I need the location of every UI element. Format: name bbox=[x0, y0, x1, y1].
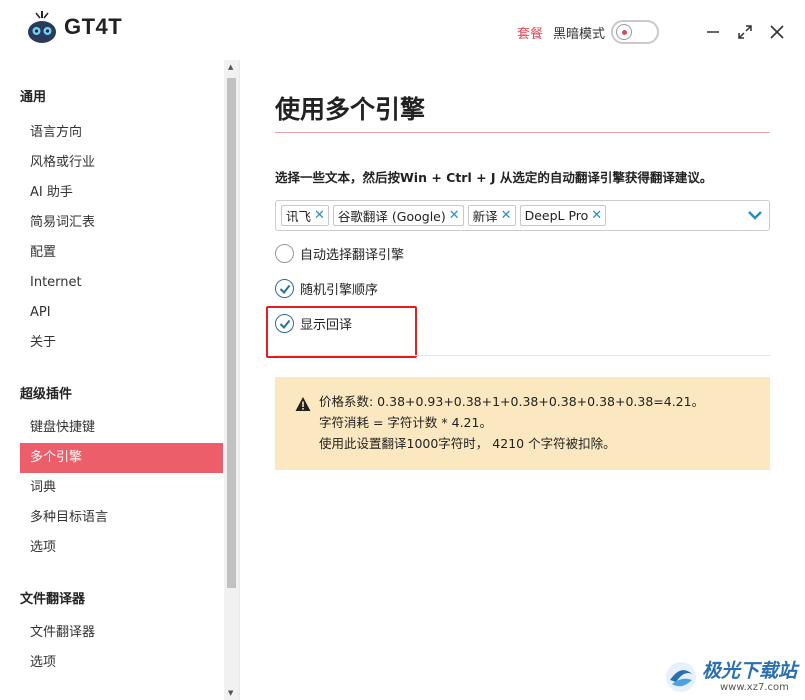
app-logo: GT4T bbox=[26, 10, 122, 44]
sidebar-section-file-translator: 文件翻译器 bbox=[20, 592, 86, 607]
title-bar: GT4T 套餐 黑暗模式 bbox=[0, 0, 805, 60]
sidebar-item-file-options[interactable]: 选项 bbox=[20, 648, 223, 678]
remove-tag-icon[interactable]: ✕ bbox=[591, 208, 602, 223]
sidebar-item-multi-target[interactable]: 多种目标语言 bbox=[20, 503, 223, 533]
sidebar-item-plugin-options[interactable]: 选项 bbox=[20, 533, 223, 563]
sidebar-item-config[interactable]: 配置 bbox=[20, 238, 223, 268]
watermark-url: www.xz7.com bbox=[719, 682, 789, 693]
dark-mode-toggle[interactable] bbox=[611, 20, 659, 44]
engine-tag: DeepL Pro ✕ bbox=[519, 205, 607, 226]
sidebar-item-multiple-engines[interactable]: 多个引擎 bbox=[20, 443, 223, 473]
sidebar-item-glossary[interactable]: 简易词汇表 bbox=[20, 208, 223, 238]
engine-tag: 谷歌翻译 (Google) ✕ bbox=[332, 205, 464, 226]
page-title: 使用多个引擎 bbox=[275, 95, 426, 124]
remove-tag-icon[interactable]: ✕ bbox=[449, 208, 460, 223]
sidebar-item-style[interactable]: 风格或行业 bbox=[20, 148, 223, 178]
watermark: 极光下载站 www.xz7.com bbox=[664, 660, 797, 694]
engine-tag-label: 新译 bbox=[472, 209, 498, 224]
scroll-up-icon[interactable]: ▲ bbox=[228, 63, 233, 71]
close-icon bbox=[770, 25, 784, 39]
sidebar-section-plugins: 超级插件 bbox=[20, 387, 73, 402]
sidebar-nav: 通用 语言方向 风格或行业 AI 助手 简易词汇表 配置 Internet AP… bbox=[20, 60, 223, 678]
warning-icon bbox=[295, 397, 311, 411]
close-button[interactable] bbox=[769, 24, 785, 40]
dark-mode-label: 黑暗模式 bbox=[552, 26, 605, 42]
robot-logo-icon bbox=[28, 11, 56, 43]
deduction-example-text: 使用此设置翻译1000字符时， 4210 个字符被扣除。 bbox=[319, 436, 616, 451]
app-name: GT4T bbox=[64, 14, 123, 39]
option-auto-select-engine[interactable]: 自动选择翻译引擎 bbox=[275, 244, 404, 263]
unchecked-circle-icon[interactable] bbox=[275, 244, 294, 263]
annotation-highlight-box bbox=[266, 306, 417, 358]
engine-tag-label: 谷歌翻译 (Google) bbox=[337, 209, 446, 224]
expand-icon bbox=[738, 25, 752, 39]
engine-multiselect[interactable]: 讯飞 ✕ 谷歌翻译 (Google) ✕ 新译 ✕ DeepL Pro ✕ bbox=[275, 200, 770, 231]
minimize-icon bbox=[707, 31, 719, 33]
sidebar-item-file-translator[interactable]: 文件翻译器 bbox=[20, 618, 223, 648]
scrollbar-thumb[interactable] bbox=[227, 78, 236, 588]
char-consumption-text: 字符消耗 = 字符计数 * 4.21。 bbox=[319, 415, 492, 430]
description-text: 选择一些文本，然后按Win + Ctrl + J 从选定的自动翻译引擎获得翻译建… bbox=[275, 170, 713, 185]
watermark-logo-icon bbox=[665, 662, 696, 692]
maximize-button[interactable] bbox=[737, 24, 753, 40]
remove-tag-icon[interactable]: ✕ bbox=[501, 208, 512, 223]
section-divider bbox=[275, 355, 770, 356]
sidebar-item-about[interactable]: 关于 bbox=[20, 328, 223, 358]
engine-tag-label: 讯飞 bbox=[286, 209, 312, 224]
sidebar: 通用 语言方向 风格或行业 AI 助手 简易词汇表 配置 Internet AP… bbox=[0, 60, 240, 700]
option-label: 随机引擎顺序 bbox=[300, 283, 379, 298]
engine-tag: 新译 ✕ bbox=[467, 205, 516, 226]
sidebar-item-language-direction[interactable]: 语言方向 bbox=[20, 118, 223, 148]
checkmark-icon bbox=[279, 284, 290, 294]
sidebar-scrollbar[interactable]: ▲ ▼ bbox=[224, 60, 239, 700]
sidebar-item-api[interactable]: API bbox=[20, 298, 223, 328]
sidebar-section-general: 通用 bbox=[20, 90, 47, 105]
option-random-order[interactable]: 随机引擎顺序 bbox=[275, 279, 378, 298]
chevron-down-icon[interactable] bbox=[747, 207, 763, 223]
plan-link[interactable]: 套餐 bbox=[517, 23, 543, 42]
remove-tag-icon[interactable]: ✕ bbox=[314, 208, 325, 223]
price-factor-text: 价格系数: 0.38+0.93+0.38+1+0.38+0.38+0.38+0.… bbox=[319, 394, 705, 409]
check-circle-icon[interactable] bbox=[275, 279, 294, 298]
minimize-button[interactable] bbox=[705, 24, 721, 40]
sidebar-item-shortcuts[interactable]: 键盘快捷键 bbox=[20, 413, 223, 443]
sidebar-item-dictionary[interactable]: 词典 bbox=[20, 473, 223, 503]
sidebar-item-ai-assistant[interactable]: AI 助手 bbox=[20, 178, 223, 208]
engine-tag: 讯飞 ✕ bbox=[281, 205, 329, 226]
engine-tag-label: DeepL Pro bbox=[524, 208, 589, 223]
sidebar-item-internet[interactable]: Internet bbox=[20, 268, 223, 298]
scroll-down-icon[interactable]: ▼ bbox=[228, 689, 233, 697]
title-divider bbox=[275, 132, 770, 133]
option-label: 自动选择翻译引擎 bbox=[300, 248, 405, 263]
toggle-knob bbox=[616, 24, 632, 40]
price-warning-box: 价格系数: 0.38+0.93+0.38+1+0.38+0.38+0.38+0.… bbox=[275, 377, 770, 470]
watermark-title: 极光下载站 bbox=[701, 660, 797, 682]
